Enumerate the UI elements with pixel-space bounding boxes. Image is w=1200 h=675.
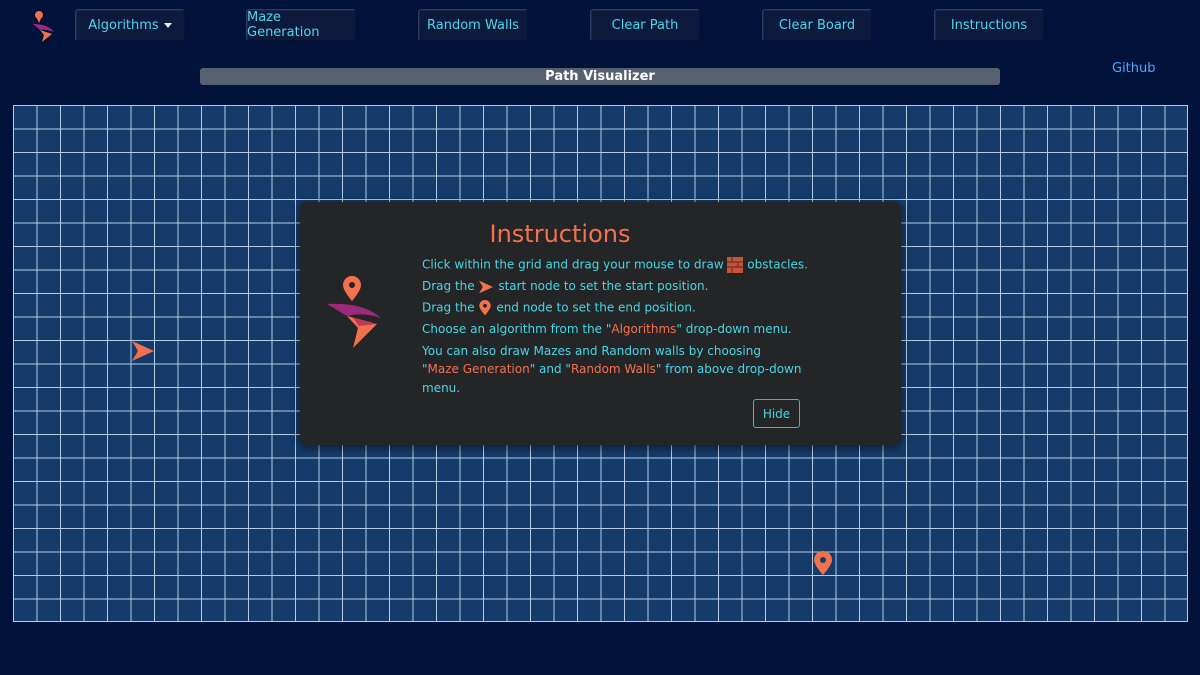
instructions-label: Instructions — [950, 17, 1028, 33]
clear-board-button[interactable]: Clear Board — [762, 9, 872, 41]
instruction-line-1: Click within the grid and drag your mous… — [422, 257, 808, 273]
instructions-modal: Instructions Click within the grid and d… — [300, 202, 901, 445]
logo-icon — [327, 276, 381, 348]
instructions-button[interactable]: Instructions — [934, 9, 1044, 41]
github-link[interactable]: Github — [1112, 61, 1156, 76]
algorithms-dropdown-button[interactable]: Algorithms — [75, 9, 185, 41]
maze-generation-label: Maze Generation — [247, 10, 320, 40]
clear-board-label: Clear Board — [778, 17, 856, 33]
page-title: Path Visualizer — [545, 69, 655, 84]
instruction-text: menu. — [422, 381, 461, 395]
instruction-text: obstacles. — [747, 257, 808, 272]
instruction-text: " from above drop-down — [655, 362, 802, 376]
start-arrow-icon — [479, 280, 494, 293]
instruction-line-7: menu. — [422, 381, 460, 395]
random-walls-highlight: Random Walls — [570, 362, 656, 376]
algorithms-highlight: Algorithms — [611, 322, 677, 336]
instruction-text: start node to set the start position. — [498, 279, 709, 293]
modal-title: Instructions — [489, 220, 631, 248]
instruction-line-2: Drag the start node to set the start pos… — [422, 279, 708, 294]
instruction-line-4: Choose an algorithm from the "Algorithms… — [422, 322, 792, 336]
page-title-bar: Path Visualizer — [200, 68, 1000, 85]
start-arrow-icon[interactable] — [131, 340, 155, 362]
instruction-text: Click within the grid and drag your mous… — [422, 257, 724, 272]
instruction-text: " and " — [529, 362, 571, 376]
maze-generation-button[interactable]: Maze Generation — [246, 9, 356, 41]
random-walls-label: Random Walls — [427, 17, 519, 33]
logo-icon[interactable] — [30, 8, 58, 44]
navbar: Algorithms Maze Generation Random Walls … — [0, 0, 1200, 55]
hide-label: Hide — [762, 406, 791, 421]
end-pin-icon — [479, 300, 492, 316]
hide-button[interactable]: Hide — [753, 399, 800, 428]
random-walls-button[interactable]: Random Walls — [418, 9, 528, 41]
clear-path-button[interactable]: Clear Path — [590, 9, 700, 41]
algorithms-label: Algorithms — [88, 17, 159, 33]
instruction-text: You can also draw Mazes and Random walls… — [422, 344, 761, 358]
instruction-line-3: Drag the end node to set the end positio… — [422, 300, 696, 316]
maze-generation-highlight: Maze Generation — [427, 362, 530, 376]
clear-path-label: Clear Path — [611, 17, 679, 33]
wall-block-icon — [727, 257, 744, 273]
instruction-text: end node to set the end position. — [496, 300, 696, 315]
instruction-line-5: You can also draw Mazes and Random walls… — [422, 344, 761, 358]
instruction-line-6: "Maze Generation" and "Random Walls" fro… — [422, 362, 801, 376]
instruction-text: Drag the — [422, 300, 475, 315]
caret-down-icon — [163, 22, 172, 28]
instruction-text: Choose an algorithm from the " — [422, 322, 612, 336]
instruction-text: Drag the — [422, 279, 475, 293]
end-pin-icon[interactable] — [812, 551, 834, 576]
instruction-text: " drop-down menu. — [676, 322, 792, 336]
